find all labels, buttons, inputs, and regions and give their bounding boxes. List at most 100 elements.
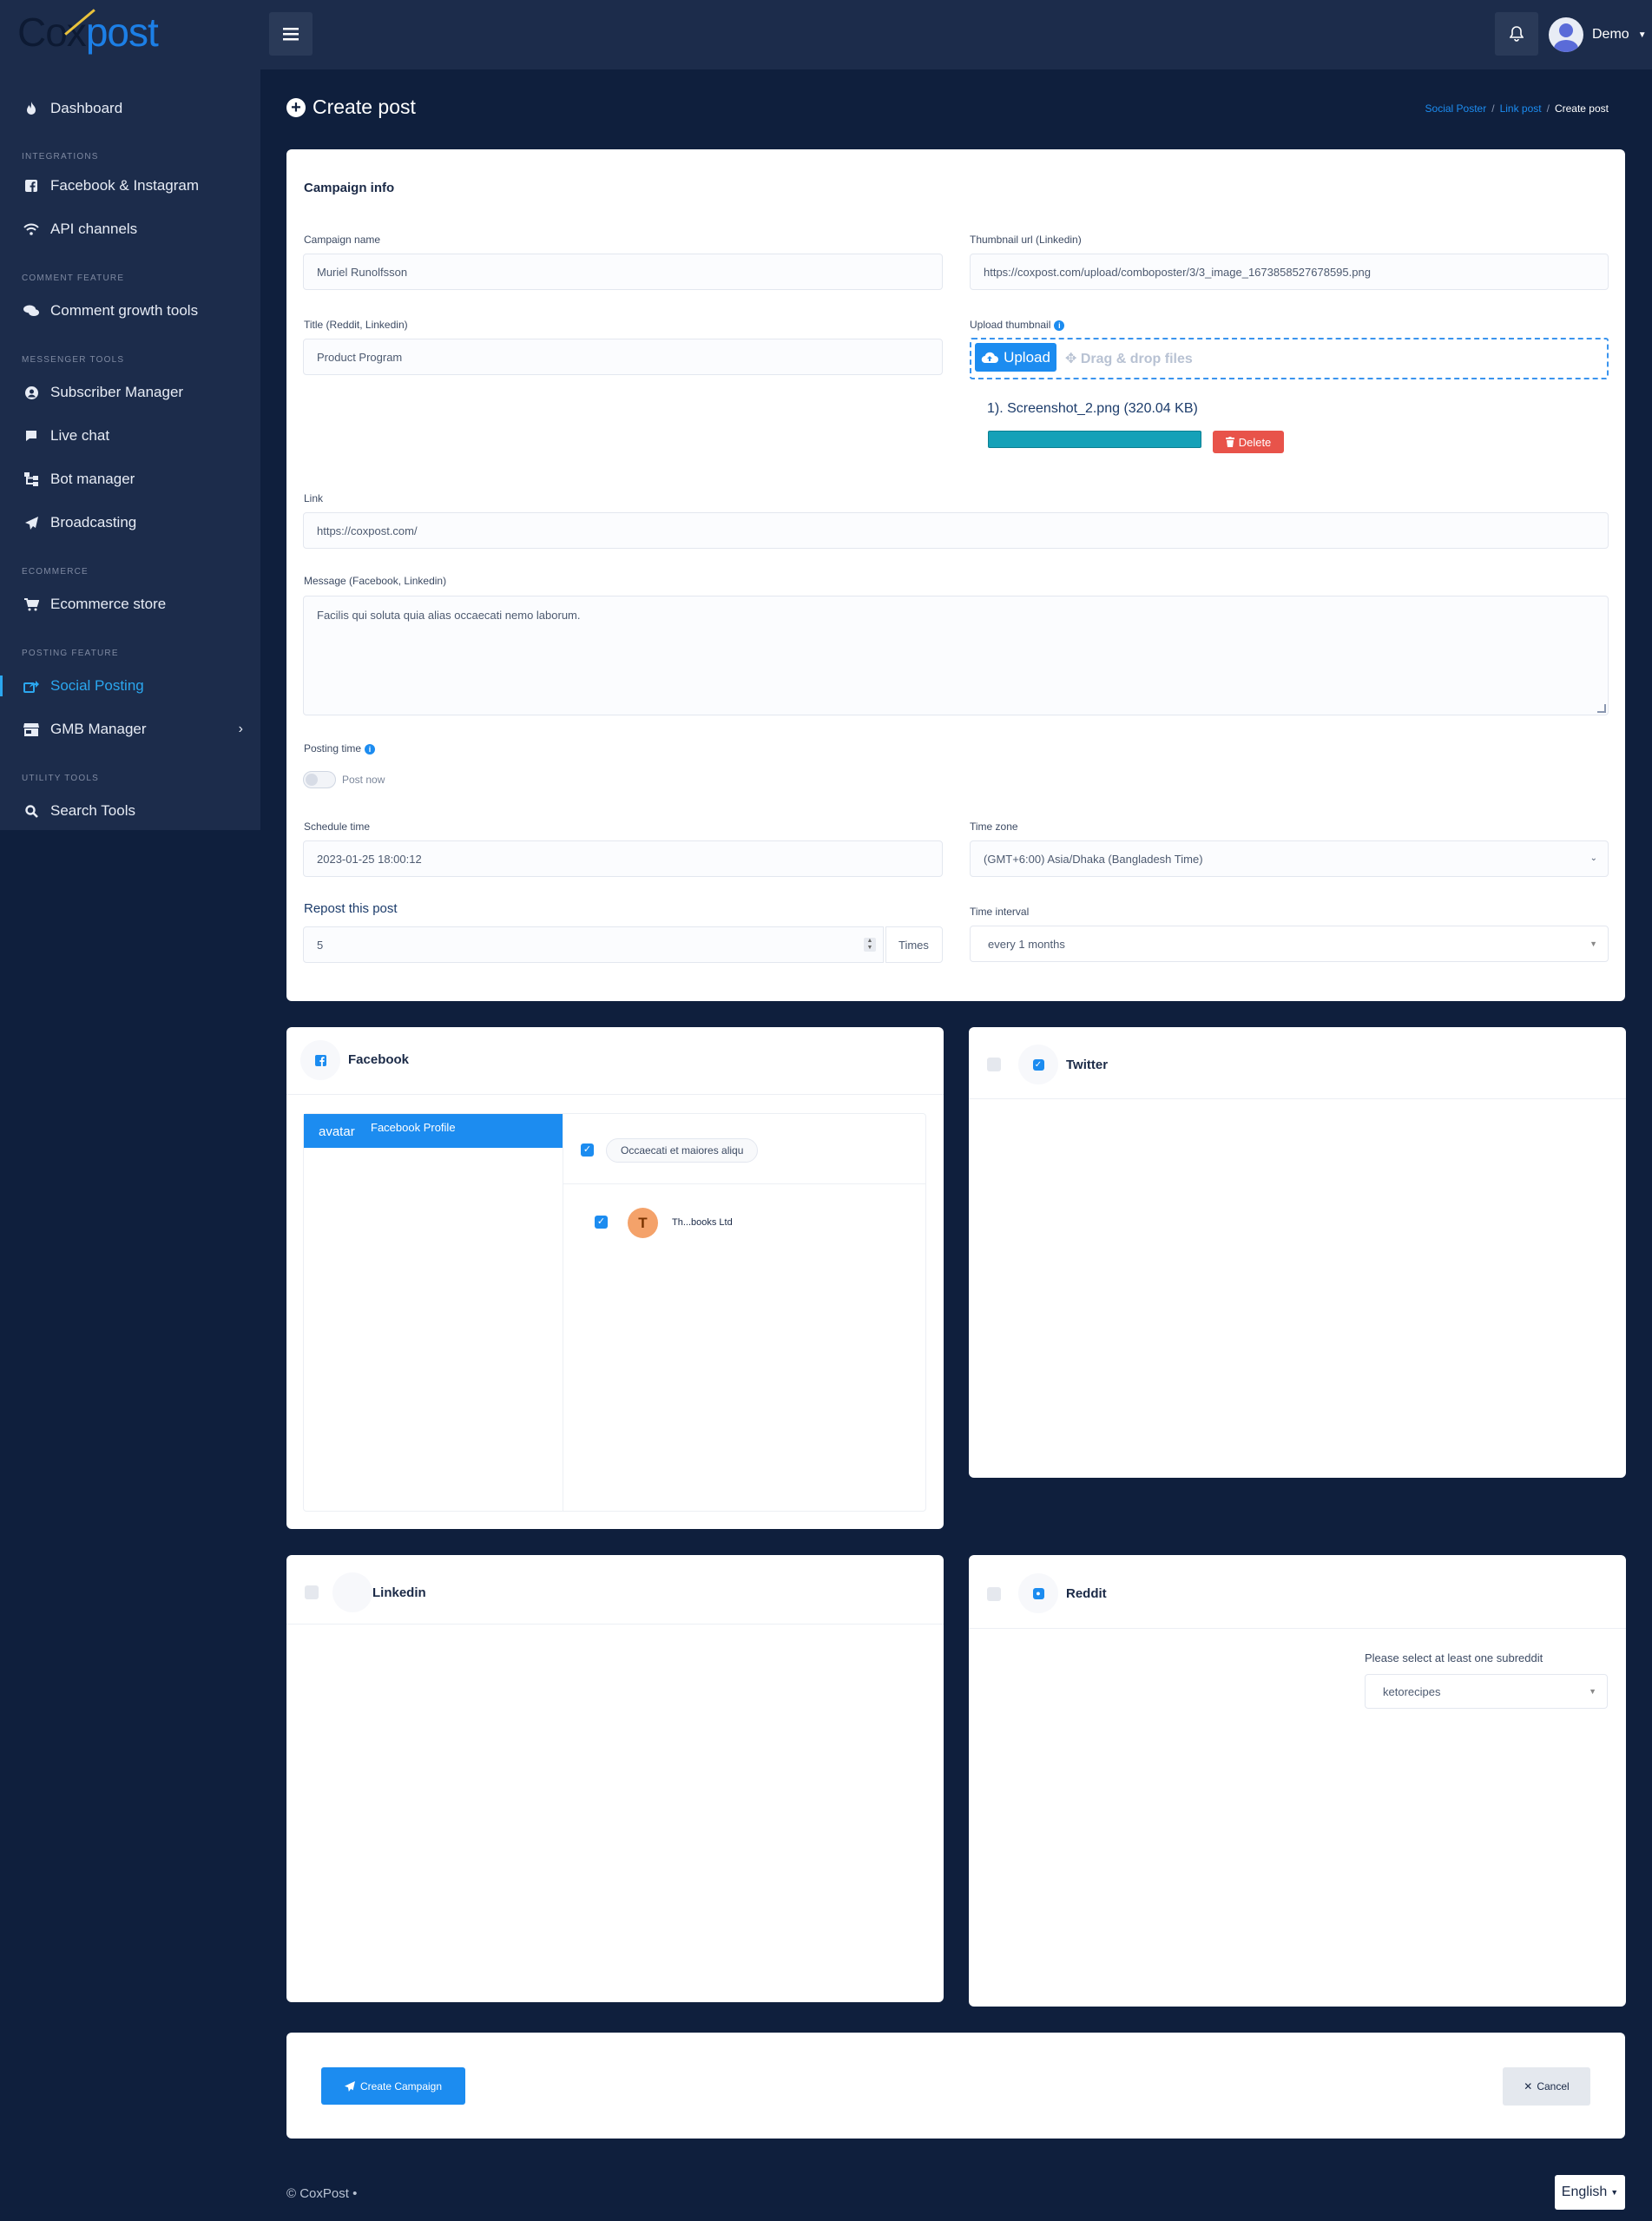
subreddit-select[interactable]: ketorecipes ▼ — [1365, 1674, 1608, 1709]
sidebar-item-api-channels[interactable]: API channels — [0, 212, 260, 247]
link-input[interactable]: https://coxpost.com/ — [303, 512, 1609, 549]
sidebar-item-live-chat[interactable]: Live chat — [0, 418, 260, 453]
upload-button[interactable]: Upload — [975, 343, 1056, 372]
sidebar-item-ecommerce-store[interactable]: Ecommerce store — [0, 587, 260, 622]
logo[interactable]: Coxpost — [17, 9, 159, 56]
sidebar-item-social-posting[interactable]: Social Posting — [0, 669, 260, 703]
chevron-down-icon: ⌄ — [1589, 853, 1597, 863]
group-checkbox[interactable]: ✓ — [581, 1143, 594, 1157]
post-now-toggle[interactable] — [303, 771, 336, 788]
upload-dropzone[interactable]: Upload ✥ Drag & drop files — [970, 338, 1609, 379]
share-square-icon — [23, 680, 40, 693]
sidebar-item-facebook-instagram[interactable]: Facebook & Instagram — [0, 168, 260, 203]
user-menu[interactable]: Demo ▼ — [1549, 17, 1647, 52]
repost-count-input[interactable]: 5 ▲ ▼ — [303, 926, 884, 963]
reddit-icon: ● — [1032, 1587, 1044, 1599]
sidebar-item-dashboard[interactable]: Dashboard — [0, 91, 260, 126]
repost-label: Repost this post — [304, 901, 398, 916]
title-input[interactable]: Product Program — [303, 339, 943, 375]
campaign-name-label: Campaign name — [304, 234, 381, 246]
post-now-label: Post now — [342, 774, 385, 786]
message-label: Message (Facebook, Linkedin) — [304, 575, 447, 587]
time-interval-select[interactable]: every 1 months ▼ — [970, 926, 1609, 962]
sidebar: Dashboard INTEGRATIONS Facebook & Instag… — [0, 69, 260, 830]
page-checkbox[interactable]: ✓ — [595, 1216, 608, 1229]
trash-icon — [1225, 437, 1234, 447]
sidebar-item-label: Subscriber Manager — [50, 384, 184, 400]
thumbnail-url-label: Thumbnail url (Linkedin) — [970, 234, 1082, 246]
menu-toggle-button[interactable] — [269, 12, 313, 56]
sidebar-item-bot-manager[interactable]: Bot manager — [0, 462, 260, 497]
delete-file-button[interactable]: Delete — [1213, 431, 1284, 453]
search-icon — [23, 804, 40, 818]
sidebar-item-search-tools[interactable]: Search Tools — [0, 794, 260, 828]
cancel-button[interactable]: ✕ Cancel — [1503, 2067, 1590, 2106]
number-spinner-icon[interactable]: ▲ ▼ — [864, 938, 876, 952]
repost-suffix: Times — [885, 926, 943, 963]
time-zone-select[interactable]: (GMT+6:00) Asia/Dhaka (Bangladesh Time) … — [970, 840, 1609, 877]
sidebar-item-comment-growth-tools[interactable]: Comment growth tools — [0, 293, 260, 328]
repost-count-value: 5 — [317, 938, 324, 952]
divider — [286, 1094, 944, 1095]
actions-card — [286, 2033, 1625, 2139]
breadcrumb-current: Create post — [1554, 102, 1609, 115]
schedule-time-label: Schedule time — [304, 821, 371, 833]
sidebar-item-gmb-manager[interactable]: GMB Manager › — [0, 712, 260, 747]
linkedin-card-title: Linkedin — [372, 1585, 426, 1600]
wifi-icon — [23, 223, 40, 235]
breadcrumb: Social Poster / Link post / Create post — [1425, 102, 1609, 115]
sidebar-item-label: Social Posting — [50, 677, 144, 694]
twitter-icon: ✓ — [1032, 1058, 1044, 1071]
caret-down-icon: ▼ — [1610, 2188, 1619, 2197]
message-textarea[interactable]: Facilis qui soluta quia alias occaecati … — [303, 596, 1609, 715]
thumbnail-url-input[interactable]: https://coxpost.com/upload/comboposter/3… — [970, 254, 1609, 290]
sidebar-item-label: Comment growth tools — [50, 302, 199, 319]
caret-down-icon: ▼ — [1589, 939, 1597, 948]
paper-plane-icon — [23, 516, 40, 530]
notifications-button[interactable] — [1495, 12, 1538, 56]
info-icon[interactable]: i — [365, 743, 376, 755]
fire-icon — [23, 102, 40, 115]
campaign-name-value: Muriel Runolfsson — [317, 265, 408, 279]
facebook-profile-item[interactable]: avatar Facebook Profile — [304, 1114, 563, 1148]
close-icon: ✕ — [1524, 2080, 1533, 2092]
breadcrumb-link-link-post[interactable]: Link post — [1500, 102, 1542, 115]
caret-down-icon: ▼ — [1637, 30, 1647, 40]
linkedin-select-checkbox[interactable] — [305, 1585, 319, 1599]
plus-circle-icon: + — [286, 97, 306, 117]
sidebar-item-label: Broadcasting — [50, 514, 137, 531]
uploaded-file-name: 1). Screenshot_2.png (320.04 KB) — [987, 401, 1198, 416]
profile-avatar: avatar — [319, 1124, 355, 1139]
twitter-select-checkbox[interactable] — [987, 1058, 1001, 1071]
facebook-account-panel — [303, 1113, 926, 1512]
section-heading-messenger-tools: MESSENGER TOOLS — [22, 355, 125, 365]
subreddit-value: ketorecipes — [1383, 1684, 1441, 1698]
sidebar-item-broadcasting[interactable]: Broadcasting — [0, 505, 260, 540]
caret-down-icon: ▼ — [1589, 1687, 1596, 1696]
sidebar-item-subscriber-manager[interactable]: Subscriber Manager — [0, 375, 260, 410]
chat-icon — [23, 430, 40, 442]
schedule-time-input[interactable]: 2023-01-25 18:00:12 — [303, 840, 943, 877]
message-value: Facilis qui soluta quia alias occaecati … — [317, 609, 581, 622]
campaign-name-input[interactable]: Muriel Runolfsson — [303, 254, 943, 290]
drag-drop-label: Drag & drop files — [1080, 352, 1193, 366]
info-icon[interactable]: i — [1054, 320, 1065, 331]
section-heading-ecommerce: ECOMMERCE — [22, 567, 89, 577]
group-chip-label: Occaecati et maiores aliqu — [621, 1144, 744, 1157]
section-heading-comment-feature: COMMENT FEATURE — [22, 274, 125, 283]
facebook-icon — [314, 1054, 326, 1066]
sidebar-item-label: Facebook & Instagram — [50, 177, 200, 194]
link-label: Link — [304, 492, 324, 504]
cancel-label: Cancel — [1537, 2080, 1570, 2092]
bell-icon — [1510, 26, 1524, 42]
create-campaign-button[interactable]: Create Campaign — [321, 2067, 465, 2105]
language-select[interactable]: English ▼ — [1555, 2175, 1625, 2210]
language-label: English — [1561, 2185, 1608, 2199]
breadcrumb-link-social-poster[interactable]: Social Poster — [1425, 102, 1487, 115]
reddit-select-checkbox[interactable] — [987, 1587, 1001, 1601]
title-value: Product Program — [317, 350, 403, 364]
divider — [563, 1183, 925, 1184]
resize-handle[interactable] — [1597, 704, 1606, 713]
logo-text-right: post — [85, 10, 159, 55]
group-chip[interactable]: Occaecati et maiores aliqu — [606, 1138, 759, 1163]
